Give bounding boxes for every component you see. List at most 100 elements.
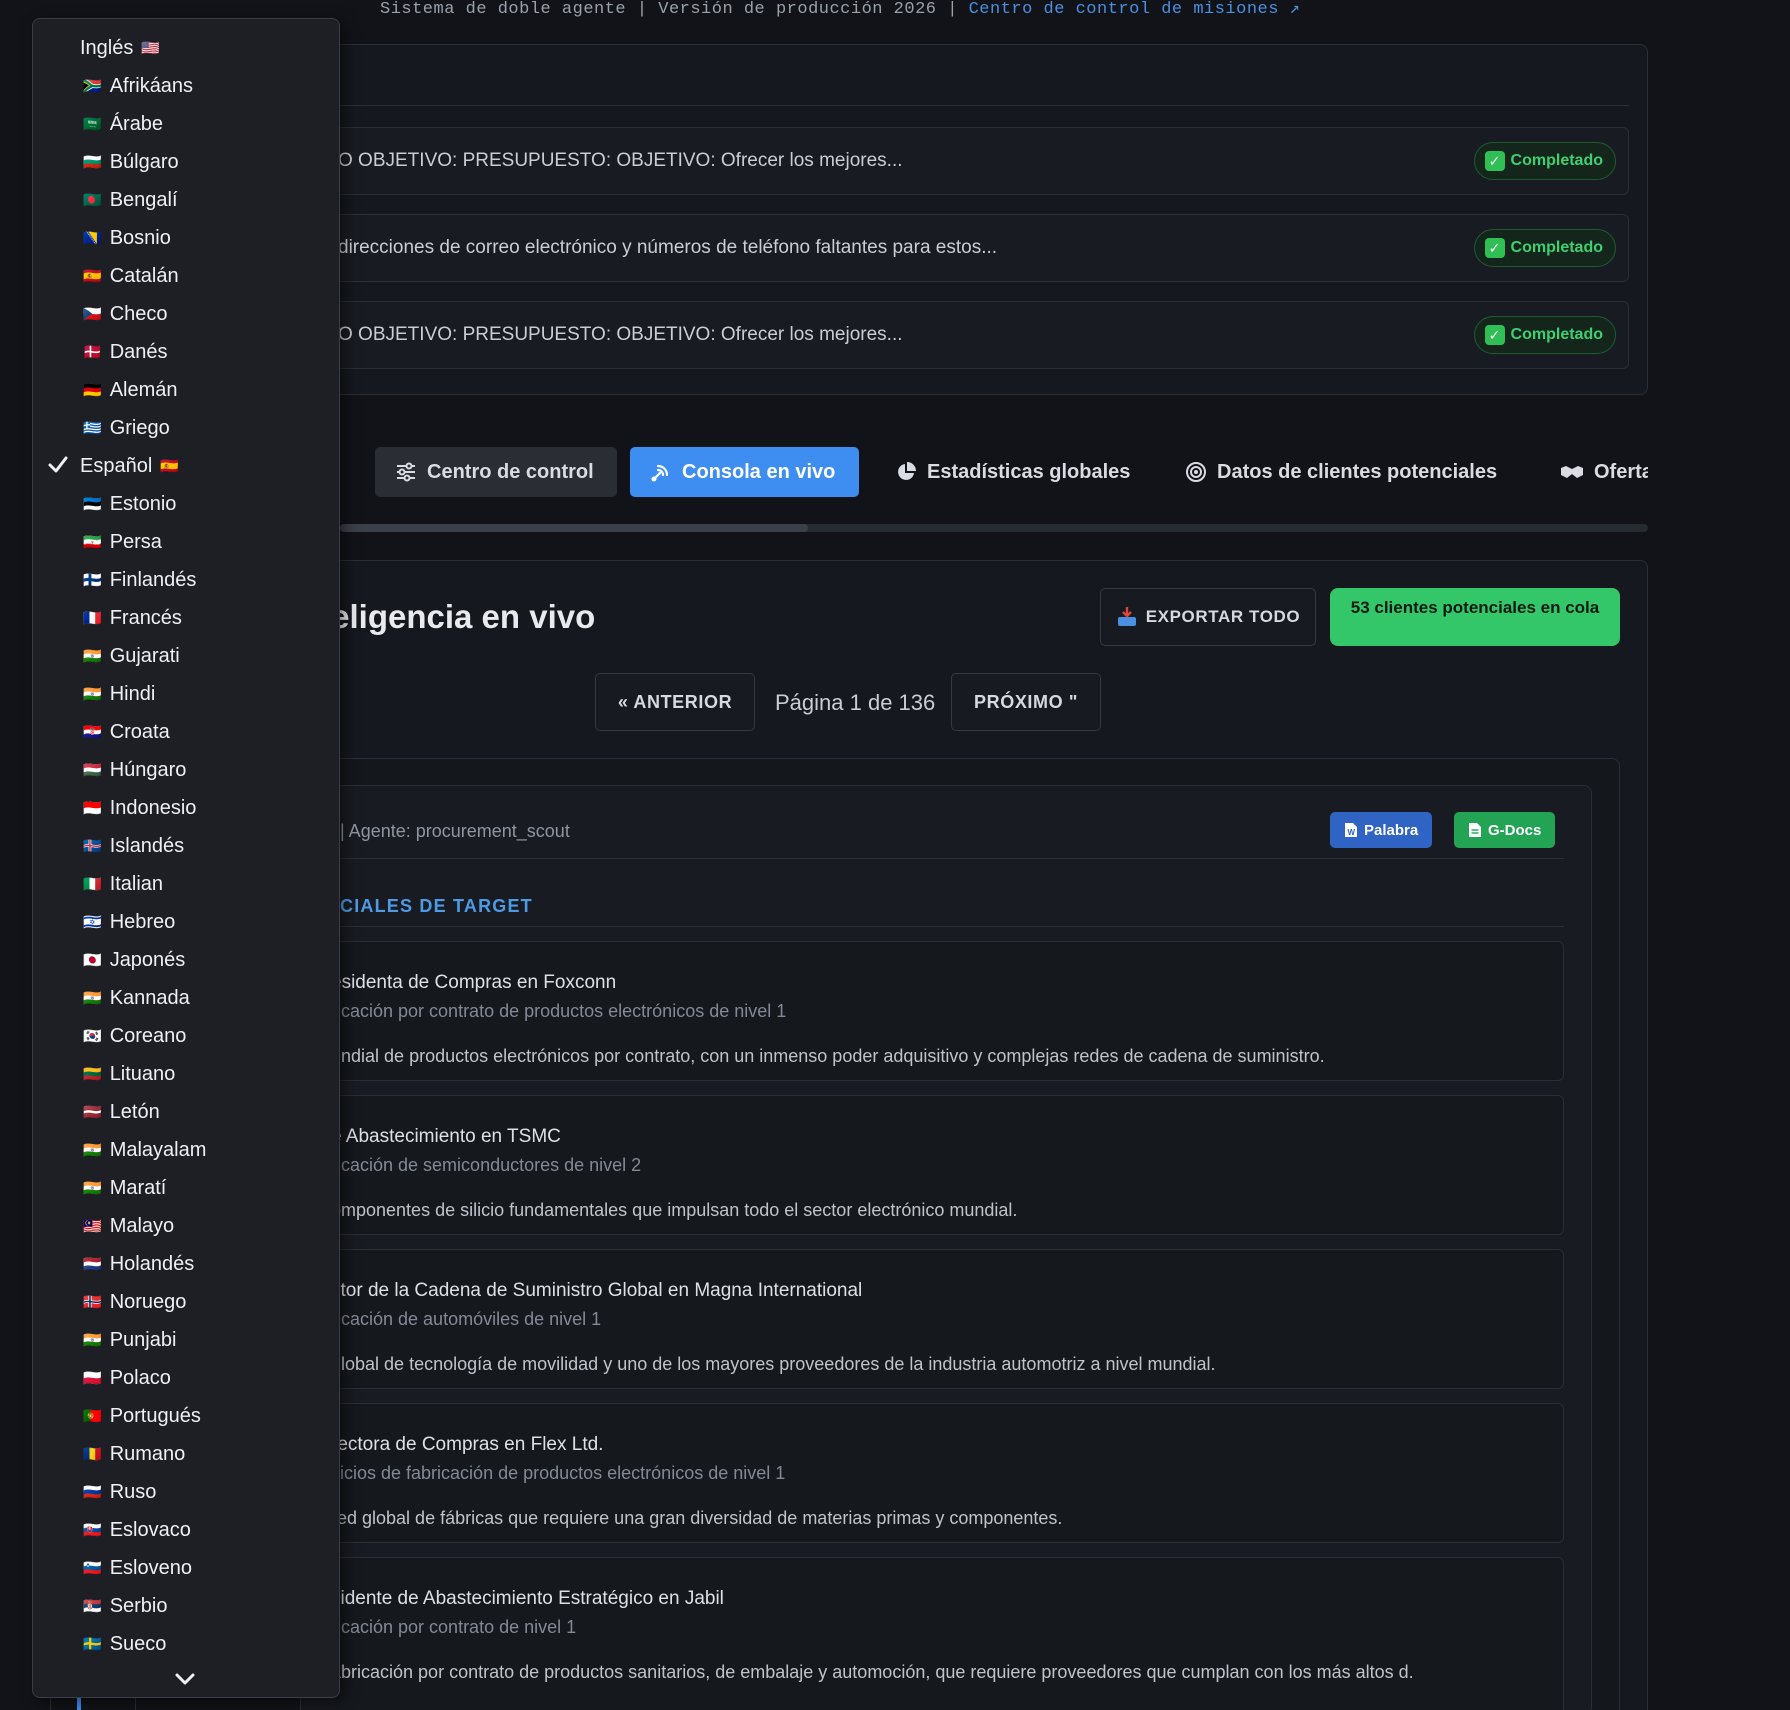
lang-option[interactable]: 🇮🇳 Maratí [33,1169,339,1207]
lang-option[interactable]: 🇮🇹 Italian [33,865,339,903]
lead-card[interactable]: e Abastecimiento en TSMC ricación de sem… [300,1095,1564,1235]
tab-global-stats[interactable]: Estadísticas globales [875,447,1150,497]
lang-label: Malayo [109,1214,175,1237]
lang-option[interactable]: 🇮🇩 Indonesio [33,789,339,827]
word-export-button[interactable]: W Palabra [1330,812,1433,848]
lang-option[interactable]: 🇩🇪 Alemán [33,371,339,409]
current-language[interactable]: Inglés 🇺🇸 [33,29,339,67]
tab-offer[interactable]: Oferta [1540,447,1648,497]
flag-icon: 🇲🇾 [83,1218,102,1235]
lead-name: esidenta de Compras en Foxconn [331,972,617,993]
lang-label: Finlandés [109,568,197,591]
lang-option[interactable]: 🇮🇸 Islandés [33,827,339,865]
tab-label: Oferta [1594,460,1648,483]
gdocs-export-button[interactable]: G-Docs [1454,812,1556,848]
language-dropdown[interactable]: Inglés 🇺🇸 🇿🇦 Afrikáans 🇸🇦 Árabe 🇧🇬 Búlgaro 🇧🇩 B… [32,18,340,1698]
tab-live-console[interactable]: Consola en vivo [630,447,859,497]
broadcast-icon [651,464,669,482]
lang-option[interactable]: 🇳🇴 Noruego [33,1283,339,1321]
lang-option[interactable]: 🇮🇱 Hebreo [33,903,339,941]
flag-icon: 🇸🇮 [83,1560,102,1577]
lang-option[interactable]: 🇫🇷 Francés [33,599,339,637]
status-badge: ✓ Completado [1473,229,1616,267]
previous-page-button[interactable]: « ANTERIOR [595,673,755,731]
chevron-down-icon[interactable] [173,1671,197,1687]
flag-icon: 🇸🇰 [83,1522,102,1539]
lang-label: Coreano [109,1024,187,1047]
lang-option[interactable]: 🇸🇰 Eslovaco [33,1511,339,1549]
lang-option[interactable]: 🇮🇳 Hindi [33,675,339,713]
flag-icon: 🇬🇷 [83,420,102,437]
lang-option[interactable]: 🇲🇾 Malayo [33,1207,339,1245]
export-all-button[interactable]: EXPORTAR TODO [1100,588,1316,646]
flag-icon: 🇳🇱 [83,1256,102,1273]
mission-control-link[interactable]: Centro de control de misiones ↗ [969,0,1301,19]
lang-option[interactable]: 🇭🇺 Húngaro [33,751,339,789]
lead-card[interactable]: sidente de Abastecimiento Estratégico en… [300,1557,1564,1710]
lang-option[interactable]: 🇬🇷 Griego [33,409,339,447]
lang-option[interactable]: 🇱🇻 Letón [33,1093,339,1131]
lang-option[interactable]: 🇧🇩 Bengalí [33,181,339,219]
lang-option[interactable]: 🇪🇸 Catalán [33,257,339,295]
lang-option[interactable]: 🇸🇦 Árabe [33,105,339,143]
lang-option[interactable]: 🇧🇬 Búlgaro [33,143,339,181]
task-row[interactable]: direcciones de correo electrónico y núme… [317,214,1629,282]
flag-icon: 🇮🇳 [83,686,102,703]
handshake-icon [1561,466,1583,478]
lang-option-selected[interactable]: Español 🇪🇸 [33,447,339,485]
lead-card[interactable]: esidenta de Compras en Foxconn ricación … [300,941,1564,1081]
lang-label: Gujarati [109,644,180,667]
next-page-button[interactable]: PRÓXIMO " [951,673,1101,731]
bottom-indicator [77,1698,81,1710]
lang-option[interactable]: 🇵🇱 Polaco [33,1359,339,1397]
lead-card[interactable]: ctor de la Cadena de Suministro Global e… [300,1249,1564,1389]
tab-scrollbar[interactable] [340,524,1648,532]
lang-option[interactable]: 🇷🇸 Serbio [33,1587,339,1625]
lang-option[interactable]: 🇪🇪 Estonio [33,485,339,523]
lang-option[interactable]: 🇸🇮 Esloveno [33,1549,339,1587]
lang-option[interactable]: 🇧🇦 Bosnio [33,219,339,257]
flag-icon: 🇨🇿 [83,306,102,323]
lang-label: Italian [109,872,164,895]
task-row[interactable]: O OBJETIVO: PRESUPUESTO: OBJETIVO: Ofrec… [317,301,1629,369]
queue-count-badge: 53 clientes potenciales en cola [1330,588,1620,646]
task-text: O OBJETIVO: PRESUPUESTO: OBJETIVO: Ofrec… [338,324,903,345]
tab-lead-data[interactable]: Datos de clientes potenciales [1165,447,1517,497]
lang-option[interactable]: 🇩🇰 Danés [33,333,339,371]
task-panel: O OBJETIVO: PRESUPUESTO: OBJETIVO: Ofrec… [300,44,1648,395]
lang-option[interactable]: 🇮🇳 Malayalam [33,1131,339,1169]
lang-label: Malayalam [109,1138,207,1161]
lang-option[interactable]: 🇱🇹 Lituano [33,1055,339,1093]
lang-label: Letón [109,1100,160,1123]
lang-option[interactable]: 🇳🇱 Holandés [33,1245,339,1283]
pie-chart-icon [898,462,916,480]
lang-option[interactable]: 🇸🇪 Sueco [33,1625,339,1663]
lang-label: Inglés [80,36,134,59]
task-row[interactable]: O OBJETIVO: PRESUPUESTO: OBJETIVO: Ofrec… [317,127,1629,195]
tab-control-center[interactable]: Centro de control [375,447,617,497]
lang-label: Árabe [109,112,164,135]
lang-option[interactable]: 🇵🇹 Portugués [33,1397,339,1435]
lang-option[interactable]: 🇷🇺 Ruso [33,1473,339,1511]
lang-option[interactable]: 🇮🇳 Kannada [33,979,339,1017]
lead-sector: ricación de automóviles de nivel 1 [331,1309,602,1329]
lang-option[interactable]: 🇯🇵 Japonés [33,941,339,979]
lang-option[interactable]: 🇿🇦 Afrikáans [33,67,339,105]
lead-card[interactable]: rectora de Compras en Flex Ltd. vicios d… [300,1403,1564,1543]
lang-option[interactable]: 🇫🇮 Finlandés [33,561,339,599]
lang-label: Hebreo [109,910,176,933]
flag-icon: 🇵🇱 [83,1370,102,1387]
lang-option[interactable]: 🇭🇷 Croata [33,713,339,751]
lang-option[interactable]: 🇮🇷 Persa [33,523,339,561]
status-badge: ✓ Completado [1473,142,1616,180]
lang-option[interactable]: 🇨🇿 Checo [33,295,339,333]
lang-option[interactable]: 🇷🇴 Rumano [33,1435,339,1473]
lead-description: red global de fábricas que requiere una … [331,1508,1063,1528]
flag-icon: 🇮🇳 [83,990,102,1007]
tab-label: Centro de control [427,460,594,483]
lang-option[interactable]: 🇮🇳 Gujarati [33,637,339,675]
lead-name: e Abastecimiento en TSMC [331,1126,561,1147]
scrollbar-thumb[interactable] [340,524,808,532]
lang-option[interactable]: 🇰🇷 Coreano [33,1017,339,1055]
lang-option[interactable]: 🇮🇳 Punjabi [33,1321,339,1359]
